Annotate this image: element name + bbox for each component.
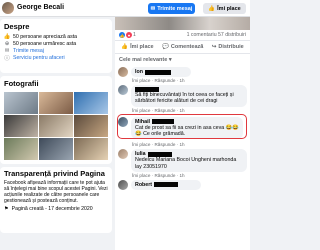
avatar[interactable] [118, 179, 128, 190]
like-action[interactable]: 👍 Îmi place [121, 44, 153, 50]
thumbs-up-icon: 👍 [121, 44, 129, 50]
about-likes: 👍 50 persoane apreciază asta [3, 33, 78, 40]
avatar[interactable] [118, 85, 128, 96]
share-action[interactable]: ↪ Distribuie [212, 44, 244, 50]
comment-bubble: Mihail Cat de prost sa fii sa crezi in a… [131, 116, 243, 140]
page-created: ⚑ Pagină creată - 17 decembrie 2020 [4, 206, 93, 212]
photo-thumbnail[interactable] [39, 92, 73, 114]
comment-text: Nedelcu Mariana Bocoi Ungheni marhonda l… [135, 157, 237, 170]
comment-meta[interactable]: Îmi place · Răspunde · 1h [115, 173, 250, 178]
post-column: 👍 ♥ 1 1 comentariu 57 distribuiri 👍 Îmi p… [115, 17, 250, 250]
comment-author[interactable]: Ion [135, 69, 143, 75]
comment-meta[interactable]: Îmi place · Răspunde · 1h [115, 108, 250, 113]
photos-card: Fotografii [0, 76, 112, 164]
about-message[interactable]: ✉ Trimite mesaj [4, 47, 108, 54]
comment-author[interactable]: Robert [135, 182, 152, 188]
chevron-down-icon: ▾ [168, 57, 172, 63]
comment-text: Cat de prost sa fii sa crezi in asa ceva… [135, 124, 239, 138]
avatar[interactable] [118, 116, 128, 127]
flag-icon: ⚑ [4, 206, 9, 212]
comment-bubble: Iulia Nedelcu Mariana Bocoi Ungheni marh… [131, 149, 247, 172]
photo-thumbnail[interactable] [4, 138, 38, 160]
transparency-card: Transparență privind Pagina Facebook afi… [0, 167, 112, 233]
page-name[interactable]: George Becali [17, 4, 64, 11]
comment-bubble: Robert [131, 179, 201, 191]
comment-action[interactable]: 💬 Comentează [162, 44, 203, 50]
about-card: Despre 👍 50 persoane apreciază asta ⊕ 50… [0, 19, 112, 73]
left-column: Despre 👍 50 persoane apreciază asta ⊕ 50… [0, 19, 112, 236]
transparency-title: Transparență privind Pagina [4, 169, 105, 178]
about-followers: ⊕ 50 persoane urmăresc asta [4, 40, 77, 47]
page-avatar[interactable] [2, 2, 14, 14]
post-image[interactable] [115, 17, 250, 30]
page-header: George Becali ✉ Trimite mesaj 👍 Îmi plac… [0, 0, 250, 17]
photo-thumbnail[interactable] [4, 92, 38, 114]
transparency-text: Facebook afișează informații care te pot… [4, 180, 108, 204]
about-title: Despre [4, 22, 30, 31]
photo-thumbnail[interactable] [74, 115, 108, 137]
avatar[interactable] [118, 149, 128, 160]
comment-item: Ion [115, 66, 250, 78]
like-reaction-icon: 👍 [119, 32, 125, 38]
redaction [144, 69, 171, 75]
comment-icon: 💬 [162, 44, 169, 50]
redaction [154, 182, 179, 188]
comment-item: Iulia Nedelcu Mariana Bocoi Ungheni marh… [115, 148, 250, 173]
comment-author[interactable]: Mihail [135, 119, 150, 125]
post-actions: 👍 Îmi place 💬 Comentează ↪ Distribuie [115, 41, 250, 54]
post-stats: 👍 ♥ 1 1 comentariu 57 distribuiri [115, 30, 250, 41]
comment-item-highlighted: Mihail Cat de prost sa fii sa crezi in a… [115, 113, 250, 141]
like-page-button[interactable]: 👍 Îmi place [203, 3, 246, 14]
like-icon: 👍 [3, 33, 11, 40]
redaction [152, 119, 175, 125]
avatar[interactable] [118, 67, 128, 77]
photo-thumbnail[interactable] [74, 92, 108, 114]
follow-icon: ⊕ [4, 40, 10, 47]
photo-thumbnail[interactable] [39, 138, 73, 160]
comment-bubble: Ion [131, 67, 191, 78]
comment-meta[interactable]: Îmi place · Răspunde · 1h [115, 78, 250, 83]
photo-thumbnail[interactable] [39, 115, 73, 137]
comment-item: Să fiți binecuvântați în tot ceea ce fac… [115, 84, 250, 107]
photo-thumbnail[interactable] [74, 138, 108, 160]
share-icon: ↪ [211, 44, 217, 50]
photo-grid [4, 92, 108, 160]
about-category[interactable]: ⓘ Serviciu pentru afaceri [4, 54, 108, 62]
photos-title: Fotografii [4, 79, 39, 88]
love-reaction-icon: ♥ [126, 32, 132, 38]
send-message-button[interactable]: ✉ Trimite mesaj [148, 3, 195, 14]
comment-item: Robert [115, 179, 250, 191]
comment-share-count[interactable]: 1 comentariu 57 distribuiri [187, 32, 246, 38]
sort-comments[interactable]: Cele mai relevante ▾ [115, 54, 250, 66]
redaction [147, 151, 172, 157]
thumbs-up-icon: 👍 [208, 5, 216, 12]
comment-text: Să fiți binecuvântați în tot ceea ce fac… [135, 92, 234, 105]
messenger-icon: ✉ [150, 5, 156, 12]
reactions[interactable]: 👍 ♥ 1 [119, 32, 136, 38]
comment-bubble: Să fiți binecuvântați în tot ceea ce fac… [131, 85, 247, 107]
comment-meta[interactable]: Îmi place · Răspunde · 1h [115, 142, 250, 147]
info-icon: ⓘ [4, 55, 10, 62]
photo-thumbnail[interactable] [4, 115, 38, 137]
